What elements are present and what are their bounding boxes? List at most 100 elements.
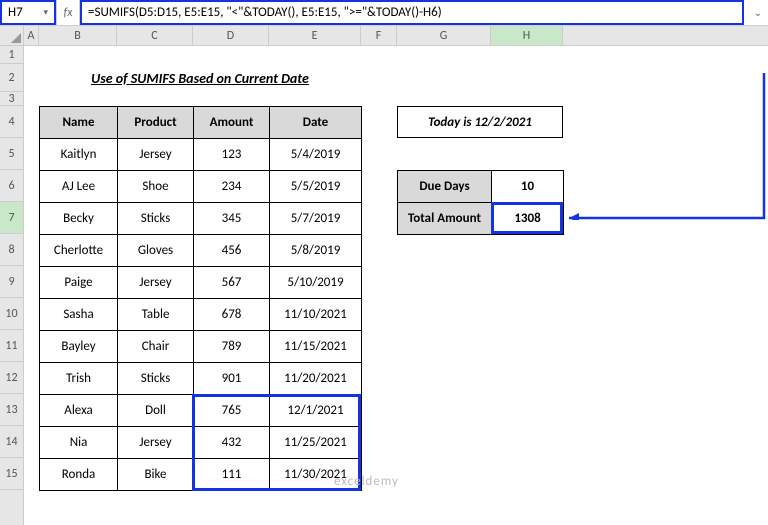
cell-amount[interactable]: 432 — [194, 427, 270, 459]
total-amount-value[interactable]: 1308 — [492, 203, 564, 235]
row-10[interactable]: 10 — [0, 298, 23, 330]
table-body: KaitlynJersey1235/4/2019AJ LeeShoe2345/5… — [40, 139, 362, 491]
cell-product[interactable]: Doll — [118, 395, 194, 427]
cell-date[interactable]: 5/8/2019 — [270, 235, 362, 267]
cell-name[interactable]: Nia — [40, 427, 118, 459]
table-row: AlexaDoll76512/1/2021 — [40, 395, 362, 427]
cell-name[interactable]: Sasha — [40, 299, 118, 331]
cell-amount[interactable]: 678 — [194, 299, 270, 331]
formula-bar-row: H7 ▾ fx =SUMIFS(D5:D15, E5:E15, "<"&TODA… — [0, 0, 768, 26]
annotation-arrow — [564, 70, 768, 220]
cell-name[interactable]: Paige — [40, 267, 118, 299]
page-title: Use of SUMIFS Based on Current Date — [39, 64, 361, 92]
fx-button[interactable]: fx — [56, 0, 80, 25]
col-G[interactable]: G — [397, 26, 491, 45]
cell-date[interactable]: 5/10/2019 — [270, 267, 362, 299]
name-box[interactable]: H7 ▾ — [0, 0, 56, 25]
cell-amount[interactable]: 789 — [194, 331, 270, 363]
table-row: AJ LeeShoe2345/5/2019 — [40, 171, 362, 203]
cell-amount[interactable]: 567 — [194, 267, 270, 299]
row-3[interactable]: 3 — [0, 92, 23, 106]
due-days-label[interactable]: Due Days — [398, 171, 492, 203]
cell-product[interactable]: Jersey — [118, 427, 194, 459]
cell-name[interactable]: AJ Lee — [40, 171, 118, 203]
cell-product[interactable]: Gloves — [118, 235, 194, 267]
cell-date[interactable]: 5/4/2019 — [270, 139, 362, 171]
cell-date[interactable]: 12/1/2021 — [270, 395, 362, 427]
cell-amount[interactable]: 234 — [194, 171, 270, 203]
row-1[interactable]: 1 — [0, 46, 23, 64]
row-14[interactable]: 14 — [0, 426, 23, 458]
table-header-row: Name Product Amount Date — [40, 107, 362, 139]
cell-product[interactable]: Bike — [118, 459, 194, 491]
cell-date[interactable]: 5/7/2019 — [270, 203, 362, 235]
row-2[interactable]: 2 — [0, 64, 23, 92]
table-row: NiaJersey43211/25/2021 — [40, 427, 362, 459]
cell-name[interactable]: Ronda — [40, 459, 118, 491]
row-5[interactable]: 5 — [0, 138, 23, 170]
col-H[interactable]: H — [491, 26, 563, 45]
cell-product[interactable]: Chair — [118, 331, 194, 363]
th-product[interactable]: Product — [118, 107, 194, 139]
cell-date[interactable]: 11/20/2021 — [270, 363, 362, 395]
cell-amount[interactable]: 901 — [194, 363, 270, 395]
cell-date[interactable]: 11/15/2021 — [270, 331, 362, 363]
th-name[interactable]: Name — [40, 107, 118, 139]
col-F[interactable]: F — [361, 26, 397, 45]
formula-bar-value: =SUMIFS(D5:D15, E5:E15, "<"&TODAY(), E5:… — [88, 5, 442, 20]
due-days-value[interactable]: 10 — [492, 171, 564, 203]
table-row: TrishSticks90111/20/2021 — [40, 363, 362, 395]
row-12[interactable]: 12 — [0, 362, 23, 394]
cell-amount[interactable]: 123 — [194, 139, 270, 171]
row-6[interactable]: 6 — [0, 170, 23, 202]
chevron-down-icon[interactable]: ▾ — [43, 7, 48, 18]
cell-amount[interactable]: 111 — [194, 459, 270, 491]
cell-product[interactable]: Sticks — [118, 203, 194, 235]
col-B[interactable]: B — [39, 26, 117, 45]
row-15[interactable]: 15 — [0, 458, 23, 490]
th-amount[interactable]: Amount — [194, 107, 270, 139]
cell-name[interactable]: Alexa — [40, 395, 118, 427]
cell-amount[interactable]: 765 — [194, 395, 270, 427]
cell-amount[interactable]: 345 — [194, 203, 270, 235]
today-label[interactable]: Today is 12/2/2021 — [397, 106, 563, 138]
cell-name[interactable]: Trish — [40, 363, 118, 395]
cell-product[interactable]: Jersey — [118, 139, 194, 171]
data-table: Name Product Amount Date KaitlynJersey12… — [39, 106, 362, 491]
grid: 1 2 3 4 5 6 7 8 9 10 11 12 13 14 15 Use … — [0, 46, 768, 525]
cell-date[interactable]: 5/5/2019 — [270, 171, 362, 203]
cell-date[interactable]: 11/25/2021 — [270, 427, 362, 459]
table-row: KaitlynJersey1235/4/2019 — [40, 139, 362, 171]
row-11[interactable]: 11 — [0, 330, 23, 362]
name-box-value: H7 — [8, 5, 23, 20]
row-7[interactable]: 7 — [0, 202, 23, 234]
cell-name[interactable]: Cherlotte — [40, 235, 118, 267]
cell-product[interactable]: Shoe — [118, 171, 194, 203]
cell-date[interactable]: 11/10/2021 — [270, 299, 362, 331]
total-amount-label[interactable]: Total Amount — [398, 203, 492, 235]
cell-product[interactable]: Jersey — [118, 267, 194, 299]
cell-name[interactable]: Becky — [40, 203, 118, 235]
col-C[interactable]: C — [117, 26, 193, 45]
cell-amount[interactable]: 456 — [194, 235, 270, 267]
table-row: Total Amount 1308 — [398, 203, 564, 235]
col-D[interactable]: D — [193, 26, 269, 45]
cell-name[interactable]: Kaitlyn — [40, 139, 118, 171]
col-A[interactable]: A — [24, 26, 39, 45]
th-date[interactable]: Date — [270, 107, 362, 139]
sheet-area[interactable]: Use of SUMIFS Based on Current Date Name… — [24, 46, 768, 525]
row-4[interactable]: 4 — [0, 106, 23, 138]
col-E[interactable]: E — [269, 26, 361, 45]
watermark: exceldemy — [334, 474, 399, 489]
summary-table: Due Days 10 Total Amount 1308 — [397, 170, 564, 235]
cell-product[interactable]: Sticks — [118, 363, 194, 395]
formula-bar-expand-icon[interactable]: ⌄ — [748, 0, 768, 25]
select-all-triangle[interactable] — [0, 26, 24, 45]
cell-product[interactable]: Table — [118, 299, 194, 331]
row-9[interactable]: 9 — [0, 266, 23, 298]
cell-name[interactable]: Bayley — [40, 331, 118, 363]
column-headers: A B C D E F G H — [0, 26, 768, 46]
formula-bar[interactable]: =SUMIFS(D5:D15, E5:E15, "<"&TODAY(), E5:… — [80, 0, 744, 25]
row-8[interactable]: 8 — [0, 234, 23, 266]
row-13[interactable]: 13 — [0, 394, 23, 426]
